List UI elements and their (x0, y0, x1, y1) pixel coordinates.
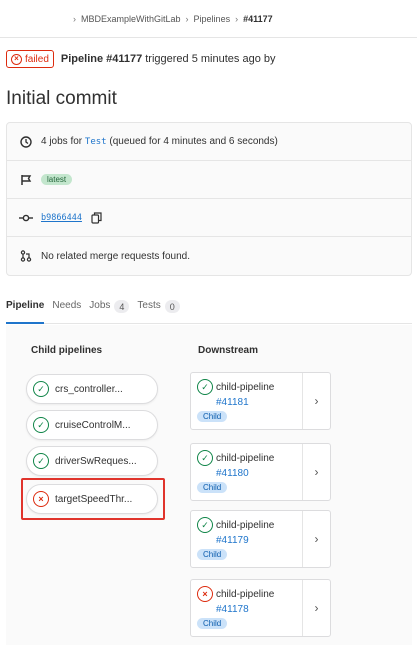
jobs-info-row: 4 jobs for Test (queued for 4 minutes an… (7, 123, 411, 161)
breadcrumb-pipelines[interactable]: Pipelines (194, 14, 231, 24)
tab-tests[interactable]: Tests 0 (137, 296, 180, 324)
tab-tests-label: Tests (137, 300, 161, 311)
chevron-right-icon[interactable]: › (302, 580, 330, 636)
status-badge[interactable]: × failed (6, 50, 54, 68)
failed-status-icon: × (197, 586, 213, 602)
jobs-suffix: (queued for 4 minutes and 6 seconds) (109, 136, 278, 147)
pipeline-graph: Child pipelines Downstream ✓ crs_control… (6, 325, 412, 645)
breadcrumb-current[interactable]: #41177 (243, 14, 273, 24)
merge-requests-text: No related merge requests found. (41, 250, 190, 262)
child-pipeline-label: driverSwReques... (55, 455, 137, 467)
pipeline-info-box: 4 jobs for Test (queued for 4 minutes an… (6, 122, 412, 276)
flag-icon (19, 173, 33, 187)
highlight-box (21, 478, 165, 520)
child-pipeline-item[interactable]: ✓ cruiseControlM... (26, 410, 158, 440)
downstream-card[interactable]: ✓ child-pipeline #41179 Child › (190, 510, 331, 568)
breadcrumb-separator: › (73, 13, 76, 24)
chevron-right-icon[interactable]: › (302, 444, 330, 500)
pipeline-trigger-text: triggered 5 minutes ago by (145, 53, 276, 65)
jobs-prefix: 4 jobs for (41, 136, 83, 147)
downstream-title: Downstream (198, 345, 259, 356)
tab-jobs-count: 4 (114, 300, 130, 313)
downstream-name: child-pipeline (216, 452, 275, 464)
pipeline-title: Pipeline #41177 (60, 53, 143, 65)
child-pipeline-label: cruiseControlM... (55, 419, 131, 431)
passed-status-icon: ✓ (197, 517, 213, 533)
child-badge: Child (197, 549, 228, 560)
pipeline-header: × failed Pipeline #41177 triggered 5 min… (6, 48, 411, 70)
status-badge-label: failed (25, 53, 49, 65)
downstream-number-link[interactable]: #41181 (216, 397, 299, 408)
downstream-card[interactable]: ✓ child-pipeline #41180 Child › (190, 443, 331, 501)
jobs-ref-link[interactable]: Test (85, 137, 107, 147)
page-title: Initial commit (6, 88, 117, 109)
downstream-card[interactable]: × child-pipeline #41178 Child › (190, 579, 331, 637)
chevron-right-icon[interactable]: › (302, 373, 330, 429)
tab-jobs[interactable]: Jobs 4 (89, 296, 130, 324)
merge-requests-row: No related merge requests found. (7, 237, 411, 275)
tab-tests-count: 0 (164, 300, 180, 313)
tab-pipeline-label: Pipeline (6, 300, 45, 311)
chevron-right-icon[interactable]: › (302, 511, 330, 567)
passed-status-icon: ✓ (33, 381, 49, 397)
failed-status-icon: × (11, 53, 22, 65)
downstream-number-link[interactable]: #41180 (216, 468, 299, 479)
downstream-card[interactable]: ✓ child-pipeline #41181 Child › (190, 372, 331, 430)
downstream-name: child-pipeline (216, 381, 275, 393)
child-pipeline-item[interactable]: ✓ driverSwReques... (26, 446, 158, 476)
child-badge: Child (197, 482, 228, 493)
passed-status-icon: ✓ (33, 453, 49, 469)
breadcrumb-project[interactable]: MBDExampleWithGitLab (81, 14, 181, 24)
child-badge: Child (197, 411, 228, 422)
commit-icon (19, 211, 33, 225)
downstream-number-link[interactable]: #41178 (216, 604, 299, 615)
downstream-name: child-pipeline (216, 588, 275, 600)
tab-needs-label: Needs (52, 300, 82, 311)
commit-sha-link[interactable]: b9866444 (41, 213, 82, 223)
breadcrumb-separator: › (185, 13, 189, 24)
child-pipeline-label: crs_controller... (55, 383, 123, 395)
badges-row: latest (7, 161, 411, 199)
child-badge: Child (197, 618, 228, 629)
tab-pipeline[interactable]: Pipeline (6, 296, 45, 324)
tab-needs[interactable]: Needs (52, 296, 81, 324)
breadcrumb: › MBDExampleWithGitLab › Pipelines › #41… (0, 0, 417, 38)
copy-icon[interactable] (90, 211, 104, 225)
downstream-number-link[interactable]: #41179 (216, 535, 299, 546)
passed-status-icon: ✓ (33, 417, 49, 433)
passed-status-icon: ✓ (197, 379, 213, 395)
commit-row: b9866444 (7, 199, 411, 237)
passed-status-icon: ✓ (197, 450, 213, 466)
merge-request-icon (19, 249, 33, 263)
breadcrumb-separator: › (235, 13, 239, 24)
child-pipeline-item[interactable]: ✓ crs_controller... (26, 374, 158, 404)
tab-jobs-label: Jobs (89, 300, 111, 311)
pipeline-tabs: Pipeline Needs Jobs 4 Tests 0 (6, 296, 412, 324)
downstream-name: child-pipeline (216, 519, 275, 531)
latest-badge: latest (41, 174, 73, 185)
child-pipelines-title: Child pipelines (31, 345, 103, 356)
clock-icon (19, 135, 33, 149)
